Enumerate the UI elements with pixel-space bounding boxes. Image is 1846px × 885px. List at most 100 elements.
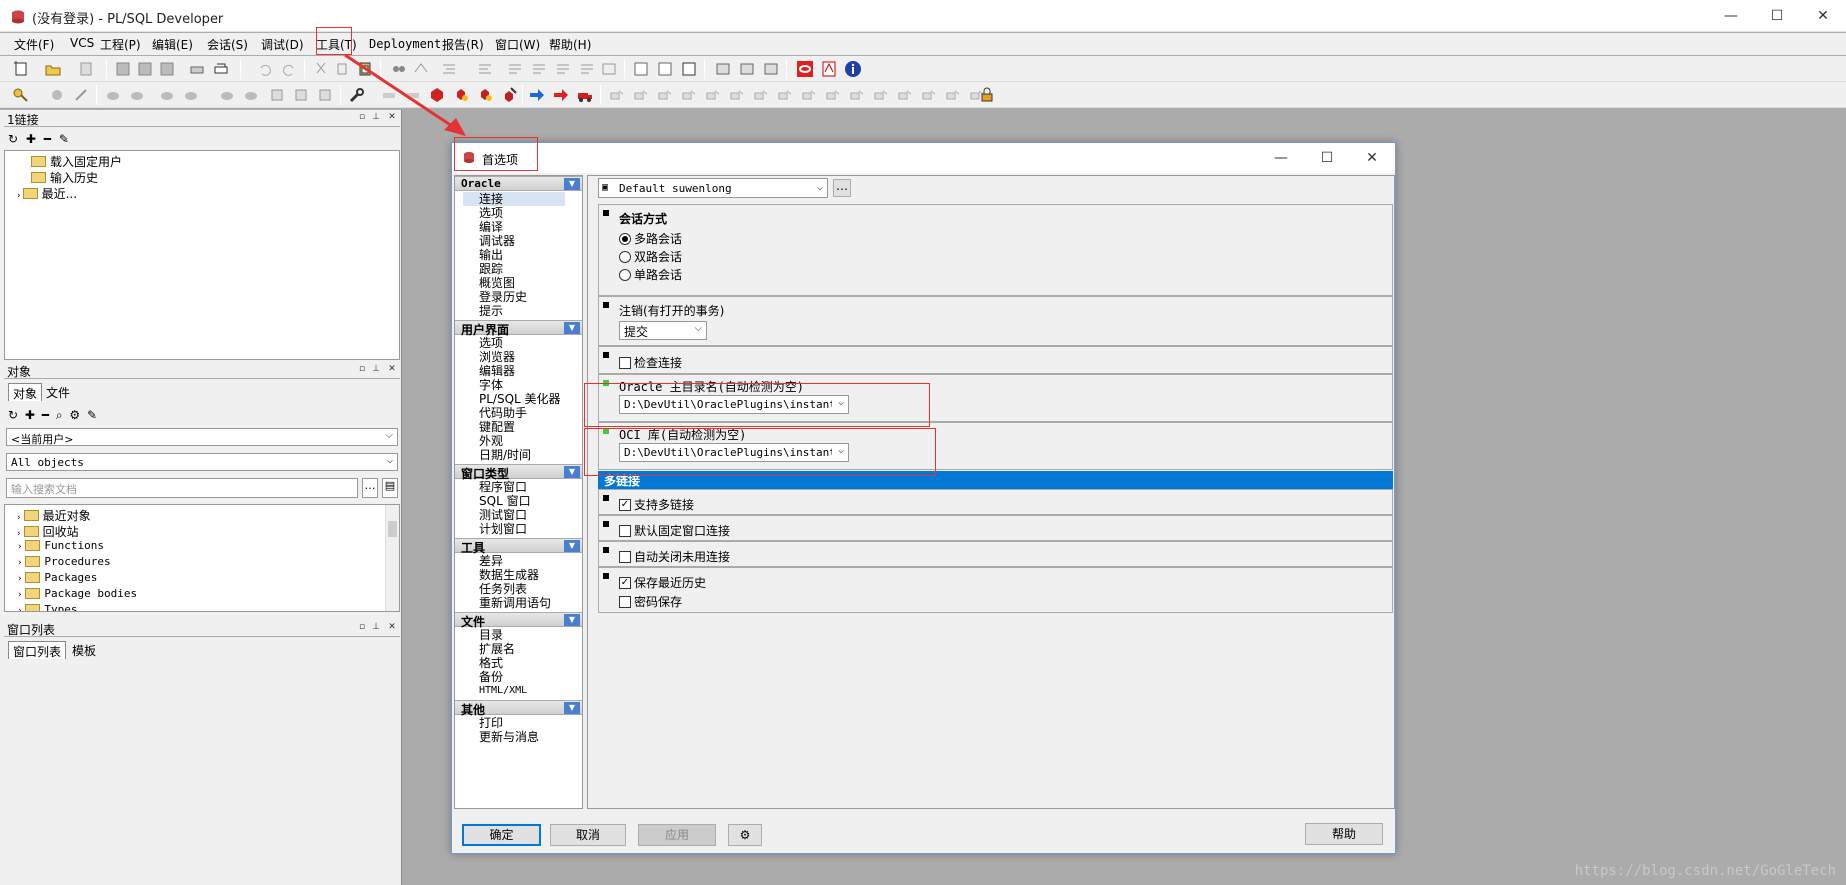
chevron-down-icon[interactable]: ▼ (564, 322, 580, 334)
close-button[interactable]: ✕ (1800, 0, 1846, 32)
db-disconnect-icon[interactable] (182, 86, 200, 104)
uncomment-icon[interactable] (530, 60, 548, 78)
nav-item-html-xml[interactable]: HTML/XML (479, 684, 527, 698)
copy-file-icon[interactable] (78, 60, 96, 78)
chevron-down-icon[interactable]: ▼ (564, 614, 580, 626)
info-icon[interactable] (844, 60, 862, 78)
dialog-maximize-button[interactable]: ☐ (1304, 143, 1350, 173)
refresh-icon[interactable]: ↻ (8, 132, 18, 146)
print-icon[interactable] (188, 60, 206, 78)
nav-item-extensions[interactable]: 扩展名 (479, 642, 515, 656)
pin-icon[interactable]: ⊥ (370, 622, 382, 634)
help-button[interactable]: 帮助 (1305, 823, 1383, 845)
nav-item-task-list[interactable]: 任务列表 (479, 582, 527, 596)
nav-item-backup[interactable]: 备份 (479, 670, 503, 684)
nav-header-other[interactable]: 其他 ▼ (455, 700, 582, 717)
nav-item-directories[interactable]: 目录 (479, 628, 503, 642)
ok-button[interactable]: 确定 (462, 824, 541, 846)
nav-15-icon[interactable] (944, 86, 962, 104)
nav-header-oracle[interactable]: Oracle ▼ (455, 176, 582, 191)
undo-icon[interactable] (256, 60, 274, 78)
nav-item-updates[interactable]: 更新与消息 (479, 730, 539, 744)
save-as-icon[interactable] (158, 60, 176, 78)
pane-close-icon[interactable]: ✕ (386, 622, 398, 634)
menu-debug[interactable]: 调试(D) (261, 36, 304, 53)
chevron-down-icon[interactable]: ▼ (564, 466, 580, 478)
minimize-button[interactable]: — (1708, 0, 1754, 32)
nav-item-debugger[interactable]: 调试器 (479, 234, 515, 248)
scrollbar-thumb[interactable] (388, 521, 397, 537)
menu-window[interactable]: 窗口(W) (495, 36, 540, 53)
nav-item-output[interactable]: 输出 (479, 248, 503, 262)
all-objects-select[interactable]: All objects ⌵ (6, 453, 398, 471)
new-icon[interactable] (12, 60, 30, 78)
save-all-icon[interactable] (136, 60, 154, 78)
break-icon[interactable] (242, 86, 260, 104)
profile-select[interactable]: Default suwenlong ▣ ⌵ (598, 178, 828, 198)
nav-5-icon[interactable] (704, 86, 722, 104)
dialog-close-button[interactable]: ✕ (1349, 143, 1395, 173)
tile-horizontal-icon[interactable] (656, 60, 674, 78)
filter-icon[interactable]: ⚙ (69, 408, 80, 422)
add-icon[interactable]: ✚ (26, 132, 36, 146)
nav-item-key-config[interactable]: 键配置 (479, 420, 515, 434)
db-down-icon[interactable] (128, 86, 146, 104)
find-icon[interactable]: ⌕ (56, 408, 63, 422)
menu-project[interactable]: 工程(P) (100, 36, 141, 53)
split-v-icon[interactable] (762, 60, 780, 78)
tree-item-recycle-bin[interactable]: › 回收站 (17, 523, 79, 540)
cancel-button[interactable]: 取消 (550, 824, 626, 846)
nav-item-sql-window[interactable]: SQL 窗口 (479, 494, 531, 508)
nav-2-icon[interactable] (632, 86, 650, 104)
profile-more-button[interactable]: … (833, 179, 851, 197)
nav-11-icon[interactable] (848, 86, 866, 104)
lock-icon[interactable] (978, 86, 996, 104)
window-list-icon[interactable] (714, 60, 732, 78)
format-icon[interactable] (600, 60, 618, 78)
db-up-icon[interactable] (104, 86, 122, 104)
cascade-icon[interactable] (680, 60, 698, 78)
nav-8-icon[interactable] (776, 86, 794, 104)
menu-vcs[interactable]: VCS (70, 36, 94, 50)
nav-item-logon-history[interactable]: 登录历史 (479, 290, 527, 304)
nav-7-icon[interactable] (752, 86, 770, 104)
print-setup-icon[interactable] (212, 60, 230, 78)
refresh-icon[interactable]: ↻ (8, 408, 18, 422)
nav-header-files[interactable]: 文件 ▼ (455, 612, 582, 629)
nav-item-print[interactable]: 打印 (479, 716, 503, 730)
nav-item-trace[interactable]: 跟踪 (479, 262, 503, 276)
object-tree-scrollbar[interactable] (385, 505, 399, 611)
current-user-select[interactable]: <当前用户> ⌵ (6, 428, 398, 446)
chevron-down-icon[interactable]: ▼ (564, 540, 580, 552)
nav-item-beautifier[interactable]: PL/SQL 美化器 (479, 392, 561, 406)
pane-restore-icon[interactable]: ▫ (356, 622, 368, 634)
nav-item-ui-options[interactable]: 选项 (479, 336, 503, 350)
edit-icon[interactable]: ✎ (59, 132, 69, 146)
nav-4-icon[interactable] (680, 86, 698, 104)
menu-help[interactable]: 帮助(H) (549, 36, 591, 53)
rollback-icon[interactable] (292, 86, 310, 104)
dialog-minimize-button[interactable]: — (1258, 143, 1304, 173)
checkbox-save-history[interactable]: ✓ 保存最近历史 (619, 574, 706, 591)
tile-vertical-icon[interactable] (632, 60, 650, 78)
apply-button[interactable]: 应用 (638, 824, 716, 846)
nav-header-window-types[interactable]: 窗口类型 ▼ (455, 464, 582, 481)
menu-edit[interactable]: 编辑(E) (152, 36, 193, 53)
pane-restore-icon[interactable]: ▫ (356, 364, 368, 376)
nav-header-tools[interactable]: 工具 ▼ (455, 538, 582, 555)
tab-window-list[interactable]: 窗口列表 (8, 641, 67, 659)
db-connect-icon[interactable] (158, 86, 176, 104)
checkbox-check-connection[interactable]: 检查连接 (619, 354, 682, 371)
nav-item-connection[interactable]: 连接 (463, 192, 565, 206)
compile-icon[interactable] (72, 86, 90, 104)
nav-item-code-assistant[interactable]: 代码助手 (479, 406, 527, 420)
edit-icon[interactable]: ✎ (87, 408, 97, 422)
nav-9-icon[interactable] (800, 86, 818, 104)
tab-objects[interactable]: 对象 (8, 383, 43, 401)
nav-item-program-window[interactable]: 程序窗口 (479, 480, 527, 494)
oracle-icon[interactable] (796, 60, 814, 78)
chevron-down-icon[interactable]: ▼ (564, 178, 580, 190)
nav-item-appearance[interactable]: 外观 (479, 434, 503, 448)
radio-single-session[interactable]: 单路会话 (619, 266, 682, 283)
tree-item-procedures[interactable]: › Procedures (17, 555, 111, 568)
